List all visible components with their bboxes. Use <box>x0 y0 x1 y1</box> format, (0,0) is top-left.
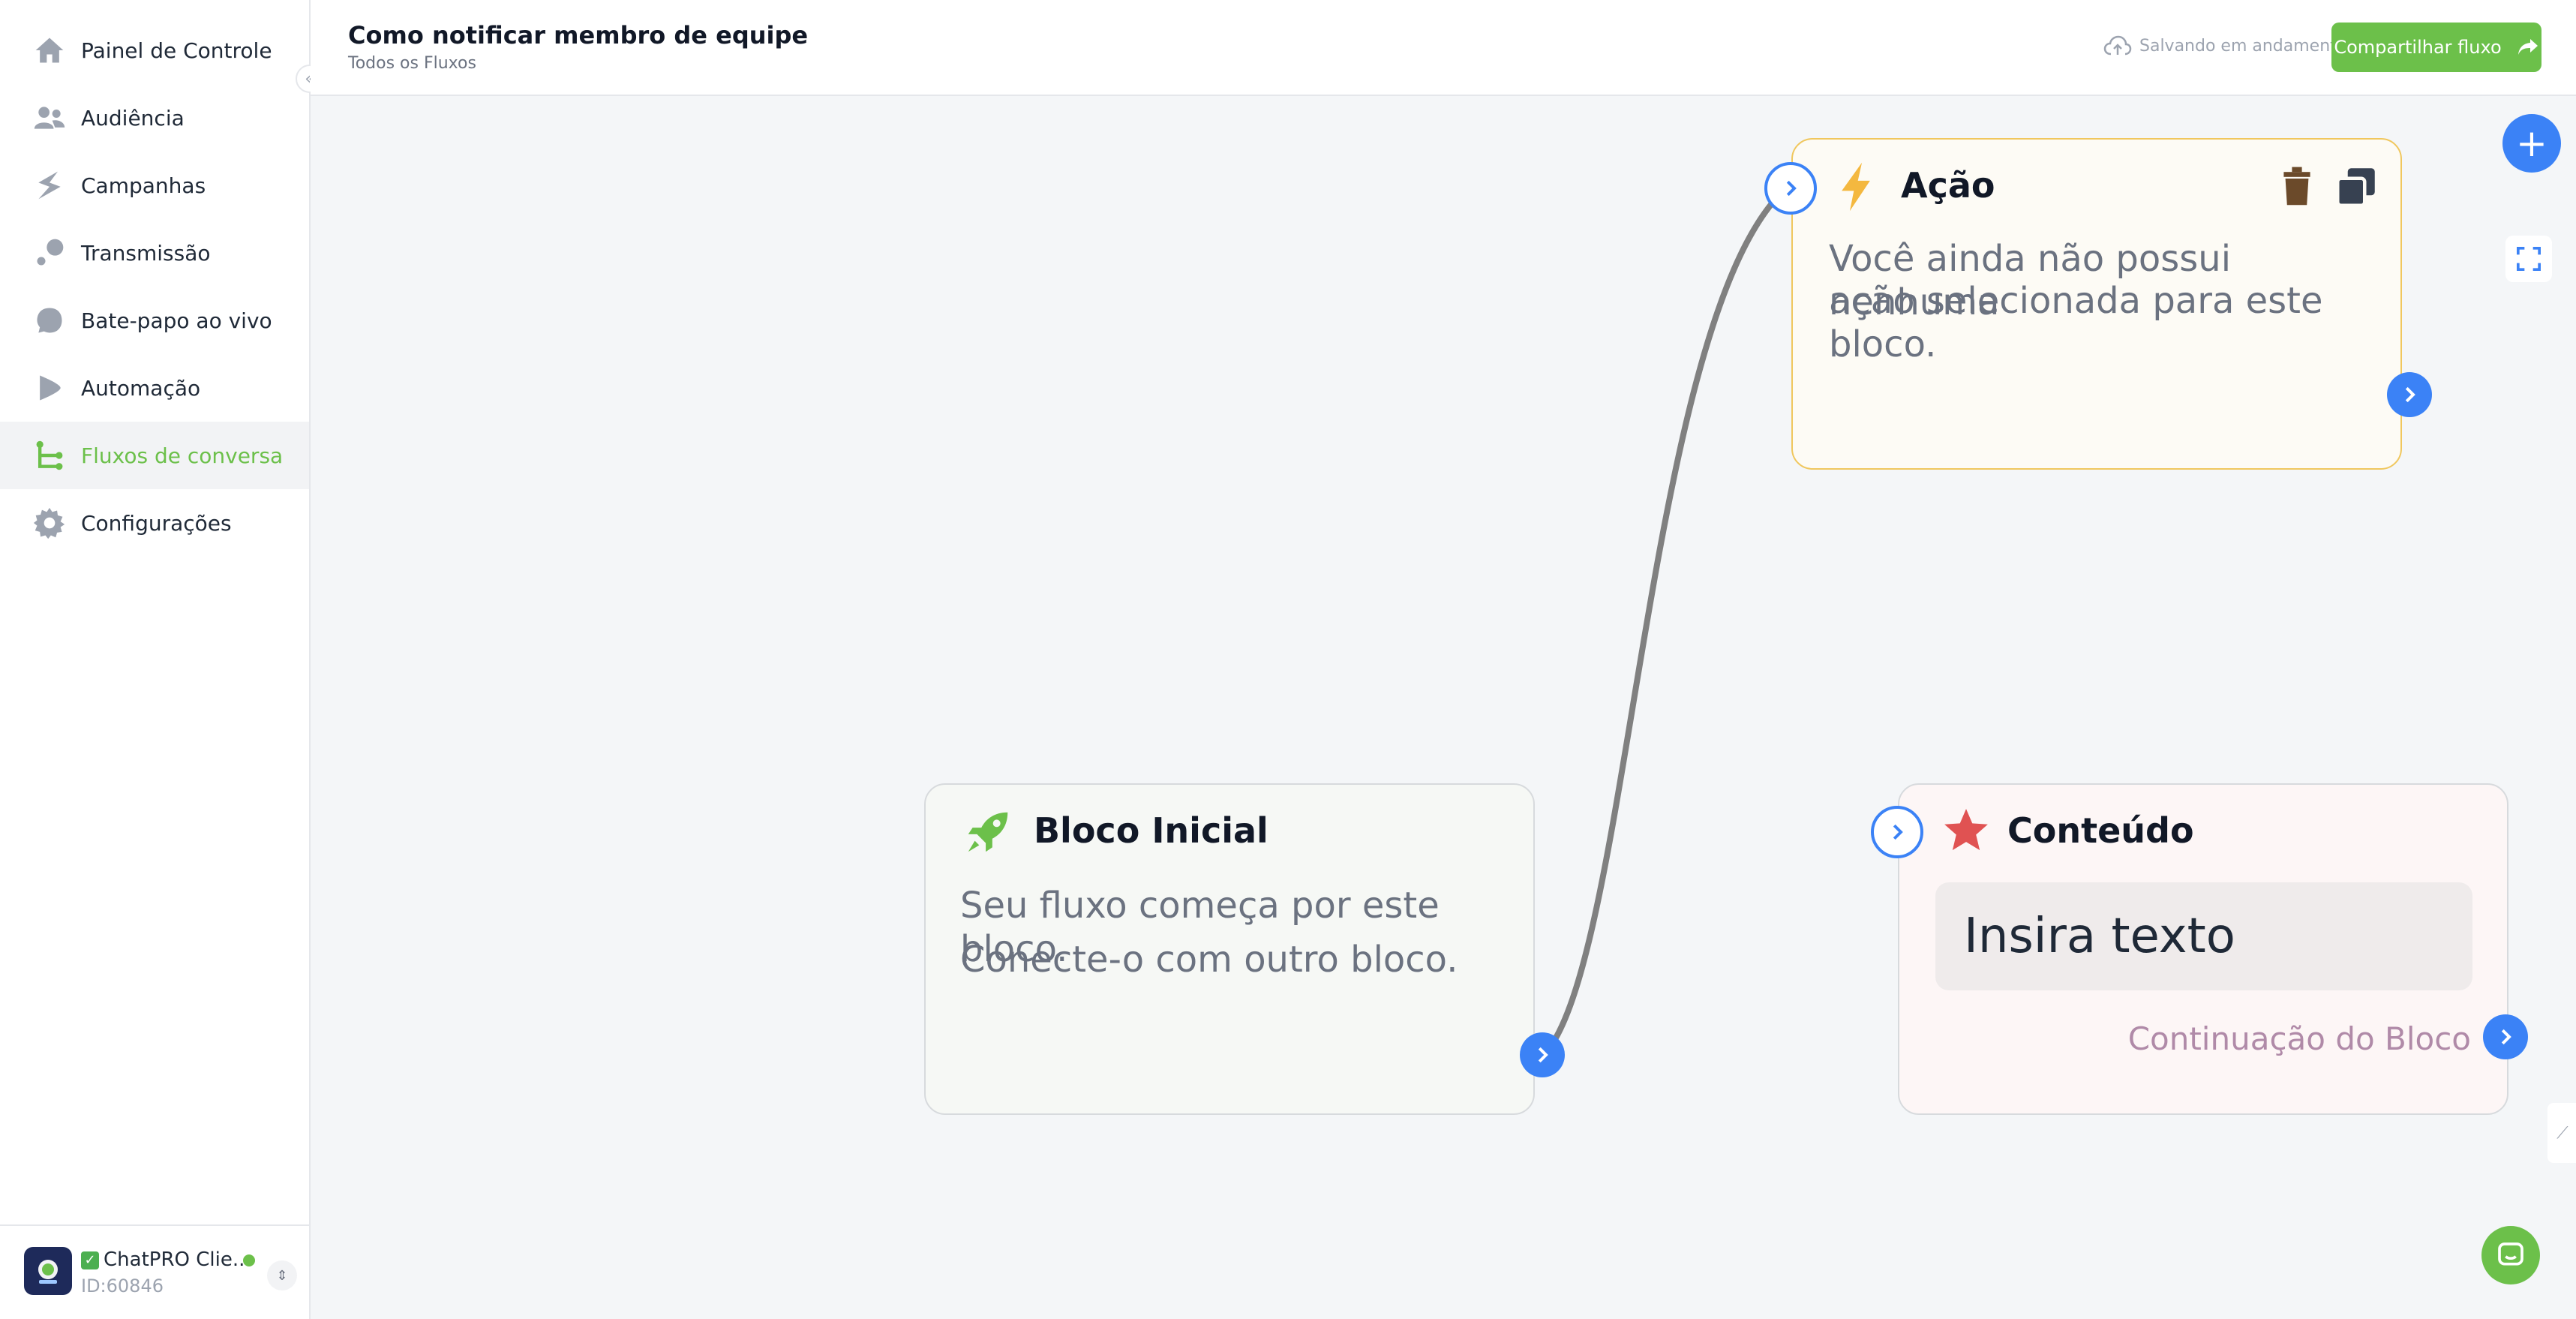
sidebar-item-label: Fluxos de conversa <box>81 443 284 468</box>
sidebar-item-fluxos-de-conversa[interactable]: Fluxos de conversa <box>0 422 309 489</box>
action-block-text-line2: ação selecionada para este bloco. <box>1829 280 2323 365</box>
account-switch-icon[interactable]: ⇕ <box>267 1260 297 1290</box>
sidebar-item-label: Transmissão <box>81 240 211 266</box>
action-block-title: Ação <box>1901 165 1995 206</box>
avatar <box>24 1247 72 1295</box>
sidebar-item-transmissao[interactable]: Transmissão <box>0 219 309 287</box>
minimap-toggle-button[interactable]: ⟋ <box>2547 1103 2576 1163</box>
cloud-upload-icon <box>2103 35 2132 56</box>
online-status-dot <box>243 1254 255 1266</box>
sidebar-item-label: Configurações <box>81 510 232 536</box>
content-block-input-port[interactable] <box>1871 806 1923 858</box>
start-block-text-line2: Conecte-o com outro bloco. <box>960 939 1458 981</box>
block-continuation-label: Continuação do Bloco <box>2127 1020 2471 1057</box>
breadcrumb[interactable]: Todos os Fluxos <box>348 54 476 73</box>
chevron-right-icon <box>1538 1047 1548 1063</box>
sidebar: Painel de Controle Audiência Campanhas T… <box>0 0 311 1319</box>
sidebar-item-automacao[interactable]: Automação <box>0 354 309 422</box>
content-block-title: Conteúdo <box>2007 810 2194 851</box>
broadcast-icon <box>33 236 66 269</box>
support-chat-button[interactable] <box>2481 1226 2540 1284</box>
chevron-right-icon <box>2501 1029 2511 1045</box>
add-block-button[interactable]: + <box>2502 114 2561 173</box>
sidebar-item-campanhas[interactable]: Campanhas <box>0 152 309 219</box>
trash-icon[interactable] <box>2280 167 2313 210</box>
rocket-icon <box>962 806 1014 861</box>
star-icon <box>1941 806 1991 858</box>
campaign-icon <box>33 169 66 202</box>
share-flow-button[interactable]: Compartilhar fluxo <box>2331 23 2541 72</box>
content-text-input[interactable]: Insira texto <box>1935 882 2472 990</box>
home-icon <box>33 34 66 67</box>
account-name: ChatPRO Clie... <box>104 1248 251 1271</box>
sidebar-item-bate-papo-ao-vivo[interactable]: Bate-papo ao vivo <box>0 287 309 354</box>
share-flow-label: Compartilhar fluxo <box>2334 37 2502 58</box>
lightning-icon <box>1835 161 1877 216</box>
chat-icon <box>2498 1242 2523 1266</box>
sidebar-item-label: Audiência <box>81 105 185 131</box>
start-block-output-port[interactable] <box>1520 1032 1565 1077</box>
action-block-input-port[interactable] <box>1764 162 1817 215</box>
saving-status-label: Salvando em andamento <box>2139 36 2347 56</box>
account-switcher[interactable]: ✓ ChatPRO Clie... ID:60846 ⇕ <box>0 1224 309 1319</box>
page-title: Como notificar membro de equipe <box>348 21 809 50</box>
expand-icon <box>2516 246 2541 272</box>
sidebar-item-label: Automação <box>81 375 201 401</box>
sidebar-item-label: Painel de Controle <box>81 38 272 63</box>
action-block[interactable]: Ação Você ainda não possui nenhuma ação … <box>1791 138 2402 470</box>
users-icon <box>33 101 66 134</box>
chevron-right-icon <box>1893 824 1903 840</box>
chevron-right-icon <box>1786 180 1797 197</box>
account-id: ID:60846 <box>81 1275 164 1296</box>
sidebar-item-label: Bate-papo ao vivo <box>81 308 272 333</box>
gear-icon <box>33 506 66 539</box>
action-block-output-port[interactable] <box>2387 372 2432 417</box>
flow-icon <box>33 439 66 472</box>
content-block-output-port[interactable] <box>2483 1014 2528 1059</box>
chat-bubble-icon <box>33 304 66 337</box>
verified-check-icon: ✓ <box>81 1251 99 1269</box>
saving-status: Salvando em andamento <box>2103 35 2346 57</box>
sidebar-item-configuracoes[interactable]: Configurações <box>0 489 309 557</box>
fit-view-button[interactable] <box>2505 236 2552 282</box>
content-block[interactable]: Conteúdo Insira texto Continuação do Blo… <box>1898 783 2508 1115</box>
flow-canvas[interactable]: Bloco Inicial Seu fluxo começa por este … <box>311 96 2576 1319</box>
chevron-right-icon <box>2405 386 2415 403</box>
start-block[interactable]: Bloco Inicial Seu fluxo começa por este … <box>924 783 1535 1115</box>
header: Como notificar membro de equipe Todos os… <box>311 0 2576 96</box>
automation-icon <box>33 371 66 404</box>
duplicate-icon[interactable] <box>2336 167 2376 210</box>
share-icon <box>2517 39 2538 55</box>
start-block-title: Bloco Inicial <box>1034 810 1268 851</box>
sidebar-item-painel-de-controle[interactable]: Painel de Controle <box>0 17 309 84</box>
sidebar-item-audiencia[interactable]: Audiência <box>0 84 309 152</box>
sidebar-item-label: Campanhas <box>81 173 206 198</box>
